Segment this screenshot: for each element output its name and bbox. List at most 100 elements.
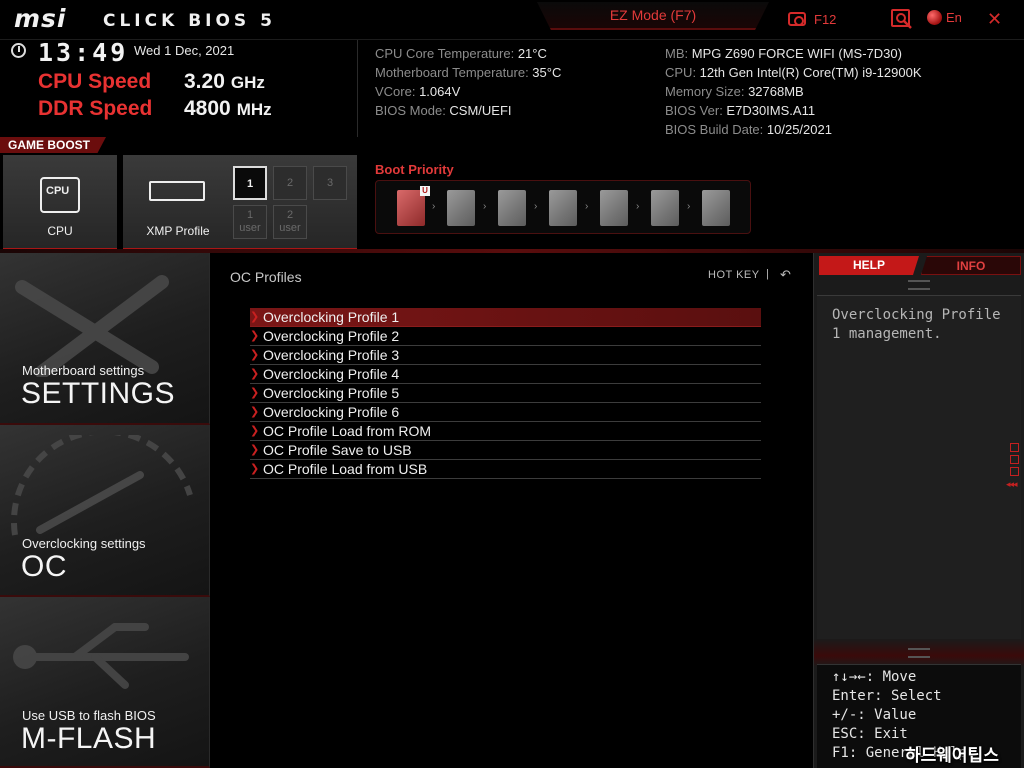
vcore: VCore: 1.064V	[375, 84, 460, 99]
xmp-user-profile-1-button[interactable]: 1 user	[233, 205, 267, 239]
menu-item-load-from-usb[interactable]: ❯ OC Profile Load from USB	[250, 460, 761, 479]
user-profile-2-text: user	[279, 222, 301, 234]
scroll-up-icon[interactable]	[908, 280, 930, 290]
screenshot-button[interactable]: F12	[788, 10, 836, 28]
info-value: MPG Z690 FORCE WIFI (MS-7D30)	[691, 46, 902, 61]
chevron-right-icon: ❯	[250, 349, 260, 361]
nav-oc[interactable]: Overclocking settings OC	[0, 425, 210, 597]
menu-item-label: Overclocking Profile 6	[263, 404, 400, 420]
boot-arrow-icon: ›	[483, 201, 487, 212]
camera-icon	[788, 12, 806, 26]
cpu-speed-unit: GHz	[230, 73, 265, 92]
menu-item-oc-profile-3[interactable]: ❯ Overclocking Profile 3	[250, 346, 761, 365]
xmp-profile-card[interactable]: XMP Profile 1 2 3 1 user 2 user	[123, 155, 357, 251]
clock-date: Wed 1 Dec, 2021	[134, 43, 235, 58]
chevron-right-icon: ❯	[250, 463, 260, 475]
boot-device-usb[interactable]: U	[397, 186, 430, 226]
menu-item-oc-profile-5[interactable]: ❯ Overclocking Profile 5	[250, 384, 761, 403]
xmp-profile-3-button[interactable]: 3	[313, 166, 347, 200]
boot-device-2[interactable]	[447, 190, 475, 226]
info-label: Memory Size:	[665, 84, 749, 99]
boot-device-3[interactable]	[498, 190, 526, 226]
close-button[interactable]: ✕	[987, 9, 1002, 29]
collapse-arrows-icon[interactable]: ◂◂◂	[1006, 479, 1018, 490]
back-icon[interactable]: ↶	[780, 267, 791, 283]
nav-settings[interactable]: Motherboard settings SETTINGS	[0, 253, 210, 425]
menu-item-label: OC Profile Save to USB	[263, 442, 412, 458]
boot-device-7[interactable]	[702, 190, 730, 226]
chevron-right-icon: ❯	[250, 406, 260, 418]
nav-mflash-title: M-FLASH	[21, 722, 157, 755]
ez-mode-button[interactable]: EZ Mode (F7)	[537, 2, 769, 30]
language-button[interactable]: En	[927, 10, 962, 25]
panel-handle-icon[interactable]	[1010, 467, 1019, 476]
page-title: OC Profiles	[230, 269, 302, 285]
xmp-card-label: XMP Profile	[146, 224, 210, 238]
menu-item-oc-profile-1[interactable]: ❯ Overclocking Profile 1	[250, 308, 761, 327]
boot-device-5[interactable]	[600, 190, 628, 226]
search-icon	[891, 9, 912, 29]
cpu-chip-text: CPU	[46, 185, 70, 197]
nav-mflash[interactable]: Use USB to flash BIOS M-FLASH	[0, 597, 210, 768]
info-label: CPU:	[665, 65, 700, 80]
boot-priority-bar: U › › › › › ›	[375, 180, 751, 234]
chevron-right-icon: ❯	[250, 425, 260, 437]
menu-item-label: OC Profile Load from USB	[263, 461, 428, 477]
key-move: ↑↓→←: Move	[832, 669, 917, 685]
chevron-right-icon: ❯	[250, 387, 260, 399]
panel-handle-icon[interactable]	[1010, 443, 1019, 452]
watermark-text: 하드웨어팁스	[905, 746, 999, 766]
hotkey-label[interactable]: HOT KEY	[708, 269, 760, 281]
menu-item-load-from-rom[interactable]: ❯ OC Profile Load from ROM	[250, 422, 761, 441]
main-panel: OC Profiles HOT KEY | ↶ ❯ Overclocking P…	[210, 253, 813, 768]
boot-device-4[interactable]	[549, 190, 577, 226]
key-select: Enter: Select	[832, 688, 942, 704]
menu-item-label: Overclocking Profile 1	[263, 309, 400, 325]
xmp-profile-1-button[interactable]: 1	[233, 166, 267, 200]
clock-time: 13:49	[38, 38, 129, 67]
game-boost-bar: GAME BOOST	[0, 137, 358, 153]
ddr-speed-value: 4800	[184, 97, 231, 120]
search-button[interactable]	[891, 9, 913, 29]
language-label: En	[946, 10, 962, 25]
clock-icon	[11, 43, 26, 58]
info-label: CPU Core Temperature:	[375, 46, 518, 61]
panel-handle-icon[interactable]	[1010, 455, 1019, 464]
memory-size: Memory Size: 32768MB	[665, 84, 804, 99]
info-label: BIOS Ver:	[665, 103, 727, 118]
chevron-right-icon: ❯	[250, 311, 260, 323]
boot-priority-label: Boot Priority	[375, 162, 454, 177]
boot-arrow-icon: ›	[534, 201, 538, 212]
menu-item-oc-profile-4[interactable]: ❯ Overclocking Profile 4	[250, 365, 761, 384]
top-bar: msi CLICK BIOS 5 EZ Mode (F7) F12 En ✕	[0, 0, 1024, 40]
menu-item-oc-profile-6[interactable]: ❯ Overclocking Profile 6	[250, 403, 761, 422]
boot-arrow-icon: ›	[636, 201, 640, 212]
tab-info[interactable]: INFO	[921, 256, 1021, 275]
info-value: 1.064V	[419, 84, 461, 99]
scroll-down-icon[interactable]	[908, 648, 930, 658]
boot-device-6[interactable]	[651, 190, 679, 226]
menu-item-label: Overclocking Profile 5	[263, 385, 400, 401]
ddr-speed-label: DDR Speed	[38, 97, 153, 120]
tab-help[interactable]: HELP	[819, 256, 919, 275]
menu-item-oc-profile-2[interactable]: ❯ Overclocking Profile 2	[250, 327, 761, 346]
memory-module-icon	[149, 181, 205, 201]
info-value: 35°C	[532, 65, 562, 80]
info-value: E7D30IMS.A11	[726, 103, 816, 118]
xmp-profile-2-button[interactable]: 2	[273, 166, 307, 200]
menu-item-label: Overclocking Profile 2	[263, 328, 400, 344]
nav-settings-title: SETTINGS	[21, 377, 176, 410]
menu-item-save-to-usb[interactable]: ❯ OC Profile Save to USB	[250, 441, 761, 460]
info-value: 10/25/2021	[766, 122, 832, 137]
help-panel: HELP INFO Overclocking Profile 1 managem…	[813, 253, 1024, 768]
boot-arrow-icon: ›	[687, 201, 691, 212]
xmp-user-profile-2-button[interactable]: 2 user	[273, 205, 307, 239]
bios-mode: BIOS Mode: CSM/UEFI	[375, 103, 512, 118]
cpu-speed-label: CPU Speed	[38, 70, 152, 93]
cpu-boost-card[interactable]: CPU CPU	[3, 155, 117, 251]
boot-arrow-icon: ›	[432, 201, 436, 212]
cpu-core-temperature: CPU Core Temperature: 21°C	[375, 46, 547, 61]
menu-item-label: OC Profile Load from ROM	[263, 423, 432, 439]
chevron-right-icon: ❯	[250, 444, 260, 456]
cpu-speed-row: CPU Speed 3.20 GHz	[38, 70, 265, 94]
